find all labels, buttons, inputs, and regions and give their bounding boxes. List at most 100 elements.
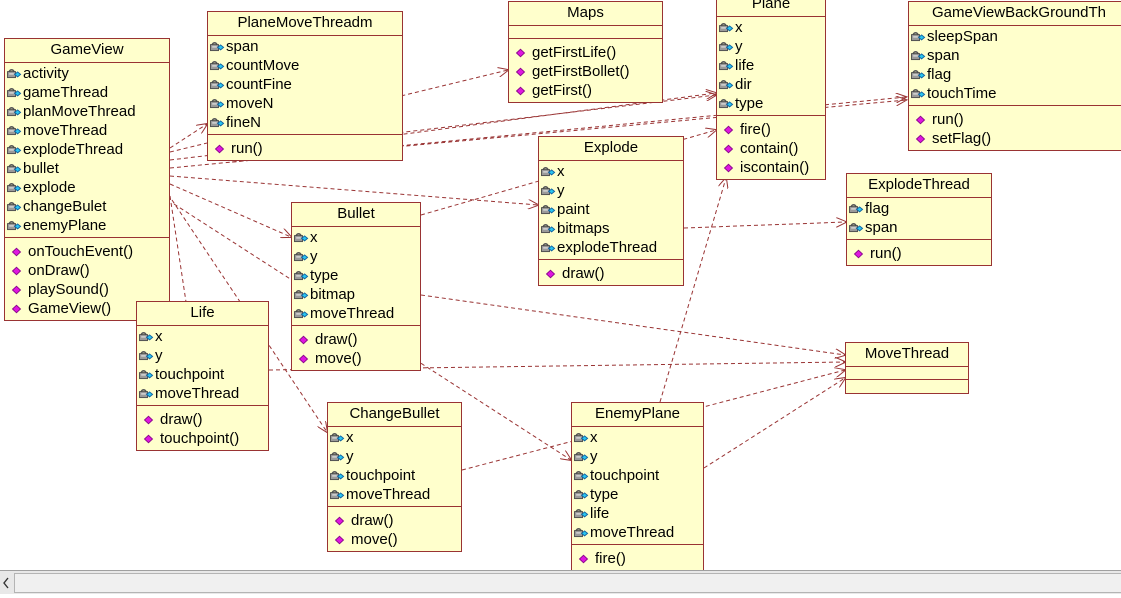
method-row: getFirstLife() — [515, 43, 660, 62]
uml-class-plane[interactable]: Plane x y life dir type fire() contain() isconta… — [716, 0, 826, 180]
method-row: touchpoint() — [143, 429, 266, 448]
uml-class-changebullet[interactable]: ChangeBullet x y touchpoint moveThread draw()… — [327, 402, 462, 552]
private-attribute-lock-icon — [718, 97, 734, 111]
attribute-label: flag — [927, 66, 952, 83]
attribute-row: changeBulet — [6, 197, 167, 216]
class-title-bullet: Bullet — [292, 203, 420, 227]
attribute-row: y — [329, 447, 459, 466]
method-label: move() — [351, 531, 398, 548]
attribute-label: y — [346, 448, 354, 465]
method-label: onTouchEvent() — [28, 243, 134, 260]
method-label: iscontain() — [740, 159, 810, 176]
class-title-explode: Explode — [539, 137, 683, 161]
class-title-movethread: MoveThread — [846, 343, 968, 367]
private-attribute-lock-icon — [138, 349, 154, 363]
private-attribute-lock-icon — [293, 288, 309, 302]
class-attributes-enemyplane: x y touchpoint type life moveThread — [572, 427, 703, 545]
method-label: isContain() — [595, 568, 668, 570]
method-label: run() — [932, 111, 964, 128]
attribute-row: activity — [6, 64, 167, 83]
uml-class-planemovethreadm[interactable]: PlaneMoveThreadm span countMove countFine mo… — [207, 11, 403, 161]
method-row: getFirst() — [515, 81, 660, 100]
class-title-plane: Plane — [717, 0, 825, 17]
uml-class-bullet[interactable]: Bullet x y type bitmap moveThread draw() move() — [291, 202, 421, 371]
attribute-row: planMoveThread — [6, 102, 167, 121]
private-attribute-lock-icon — [573, 488, 589, 502]
uml-class-enemyplane[interactable]: EnemyPlane x y touchpoint type life moveThread… — [571, 402, 704, 570]
attribute-label: sleepSpan — [927, 28, 998, 45]
attribute-row: span — [848, 218, 989, 237]
attribute-label: y — [557, 182, 565, 199]
method-row: contain() — [723, 139, 823, 158]
uml-class-life[interactable]: Life x y touchpoint moveThread draw() touchpoi… — [136, 301, 269, 451]
attribute-row: bitmaps — [540, 219, 681, 238]
method-row: iscontain() — [723, 158, 823, 177]
attribute-label: gameThread — [23, 84, 109, 101]
uml-class-gameview[interactable]: GameView activity gameThread planMoveThread… — [4, 38, 170, 321]
public-method-diamond-icon — [298, 352, 314, 366]
attribute-label: fineN — [226, 114, 262, 131]
uml-class-movethread[interactable]: MoveThread — [845, 342, 969, 394]
private-attribute-lock-icon — [848, 202, 864, 216]
class-methods-enemyplane: fire()isContain() — [572, 545, 703, 570]
attribute-row: explode — [6, 178, 167, 197]
attribute-row: explodeThread — [6, 140, 167, 159]
attribute-row: moveThread — [573, 523, 701, 542]
public-method-diamond-icon — [143, 432, 159, 446]
attribute-label: x — [346, 429, 354, 446]
private-attribute-lock-icon — [540, 222, 556, 236]
uml-class-gameviewbackgroundth[interactable]: GameViewBackGroundTh sleepSpan span flag tou… — [908, 1, 1121, 151]
private-attribute-lock-icon — [209, 116, 225, 130]
attribute-label: x — [155, 328, 163, 345]
method-label: run() — [231, 140, 263, 157]
class-attributes-plane: x y life dir type — [717, 17, 825, 116]
attribute-row: countFine — [209, 75, 400, 94]
method-label: getFirst() — [532, 82, 592, 99]
attribute-row: moveN — [209, 94, 400, 113]
private-attribute-lock-icon — [6, 200, 22, 214]
public-method-diamond-icon — [915, 113, 931, 127]
attribute-row: type — [293, 266, 418, 285]
uml-class-explodethread[interactable]: ExplodeThread flag span run() — [846, 173, 992, 266]
method-row: onDraw() — [11, 261, 167, 280]
attribute-row: y — [718, 37, 823, 56]
private-attribute-lock-icon — [6, 105, 22, 119]
attribute-row: touchTime — [910, 84, 1121, 103]
uml-class-explode[interactable]: Explode x y paint bitmaps explodeThread draw() — [538, 136, 684, 286]
private-attribute-lock-icon — [209, 97, 225, 111]
class-methods-bullet: draw() move() — [292, 326, 420, 370]
class-title-changebullet: ChangeBullet — [328, 403, 461, 427]
private-attribute-lock-icon — [910, 30, 926, 44]
method-label: fire() — [595, 550, 626, 567]
attribute-label: x — [557, 163, 565, 180]
method-label: contain() — [740, 140, 799, 157]
scroll-left-arrow-icon[interactable] — [0, 573, 12, 593]
attribute-row: type — [573, 485, 701, 504]
method-label: setFlag() — [932, 130, 992, 147]
private-attribute-lock-icon — [540, 241, 556, 255]
attribute-label: paint — [557, 201, 590, 218]
public-method-diamond-icon — [545, 267, 561, 281]
class-attributes-gameviewbackgroundth: sleepSpan span flag touchTime — [909, 26, 1121, 106]
method-row: setFlag() — [915, 129, 1121, 148]
attribute-row: life — [718, 56, 823, 75]
public-method-diamond-icon — [515, 84, 531, 98]
method-row: draw() — [545, 264, 681, 283]
uml-class-maps[interactable]: Maps getFirstLife() getFirstBollet() getFir… — [508, 1, 663, 103]
attribute-label: touchpoint — [155, 366, 225, 383]
class-title-enemyplane: EnemyPlane — [572, 403, 703, 427]
method-row: run() — [853, 244, 989, 263]
private-attribute-lock-icon — [718, 21, 734, 35]
attribute-row: x — [540, 162, 681, 181]
private-attribute-lock-icon — [6, 143, 22, 157]
diagram-canvas[interactable]: GameView activity gameThread planMoveThread… — [0, 0, 1121, 570]
public-method-diamond-icon — [334, 533, 350, 547]
class-attributes-planemovethreadm: span countMove countFine moveN fineN — [208, 36, 402, 135]
class-attributes-changebullet: x y touchpoint moveThread — [328, 427, 461, 507]
attribute-label: bitmaps — [557, 220, 610, 237]
horizontal-scrollbar[interactable] — [0, 570, 1121, 594]
private-attribute-lock-icon — [573, 507, 589, 521]
method-label: draw() — [562, 265, 605, 282]
scrollbar-thumb[interactable] — [14, 573, 1121, 593]
attribute-row: x — [329, 428, 459, 447]
